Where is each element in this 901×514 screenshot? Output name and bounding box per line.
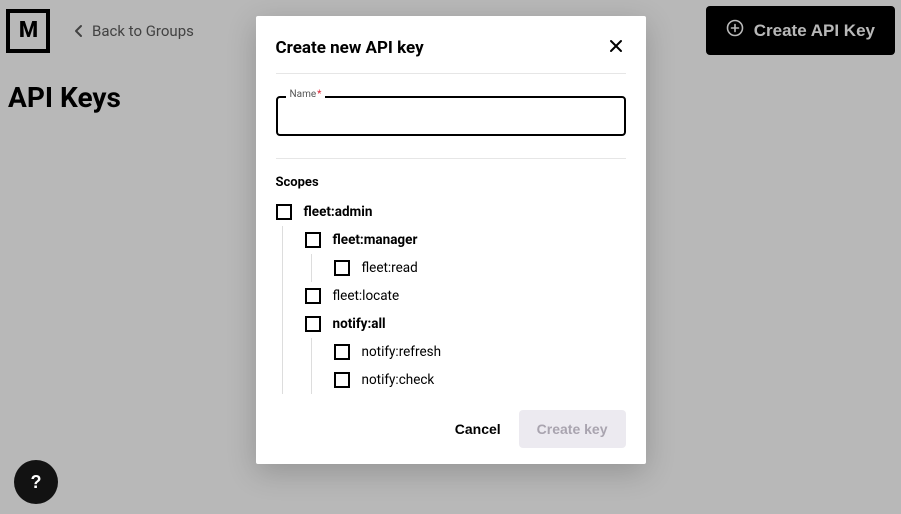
modal-title: Create new API key (276, 38, 424, 58)
scope-row-fleet-read: fleet:read (334, 254, 626, 282)
required-indicator: * (317, 89, 321, 100)
checkbox-fleet-locate[interactable] (305, 288, 321, 304)
scope-label: fleet:admin (304, 204, 373, 220)
name-field: Name* (276, 96, 626, 136)
checkbox-fleet-read[interactable] (334, 260, 350, 276)
name-label-text: Name (290, 89, 317, 100)
create-key-submit-button[interactable]: Create key (519, 410, 626, 448)
scope-children: fleet:manager fleet:read fleet:locate no… (282, 226, 626, 394)
name-label: Name* (286, 89, 326, 100)
divider (276, 158, 626, 159)
scopes-heading: Scopes (276, 175, 626, 190)
scope-label: notify:check (362, 372, 435, 388)
modal-header: Create new API key (276, 36, 626, 59)
scopes-tree: fleet:admin fleet:manager fleet:read fle… (276, 198, 626, 394)
scope-children: notify:refresh notify:check (311, 338, 626, 394)
name-input[interactable] (276, 96, 626, 136)
scope-label: fleet:locate (333, 288, 400, 304)
scope-row-fleet-locate: fleet:locate (305, 282, 626, 310)
divider (276, 73, 626, 74)
cancel-button[interactable]: Cancel (455, 421, 501, 437)
close-icon (608, 42, 624, 57)
scope-row-notify-refresh: notify:refresh (334, 338, 626, 366)
scope-label: notify:refresh (362, 344, 442, 360)
modal-close-button[interactable] (606, 36, 626, 59)
scope-row-fleet-admin: fleet:admin (276, 198, 626, 226)
scope-row-fleet-manager: fleet:manager (305, 226, 626, 254)
modal-footer: Cancel Create key (276, 410, 626, 448)
scope-row-notify-check: notify:check (334, 366, 626, 394)
help-button[interactable]: ? (14, 460, 58, 504)
checkbox-notify-all[interactable] (305, 316, 321, 332)
scope-label: notify:all (333, 316, 386, 332)
checkbox-notify-check[interactable] (334, 372, 350, 388)
scope-label: fleet:read (362, 260, 418, 276)
scope-row-notify-all: notify:all (305, 310, 626, 338)
scope-children: fleet:read (311, 254, 626, 282)
modal-scrim[interactable]: Create new API key Name* Scopes fleet:ad… (0, 0, 901, 514)
scope-label: fleet:manager (333, 232, 418, 248)
checkbox-fleet-admin[interactable] (276, 204, 292, 220)
checkbox-fleet-manager[interactable] (305, 232, 321, 248)
checkbox-notify-refresh[interactable] (334, 344, 350, 360)
create-api-key-modal: Create new API key Name* Scopes fleet:ad… (256, 16, 646, 464)
